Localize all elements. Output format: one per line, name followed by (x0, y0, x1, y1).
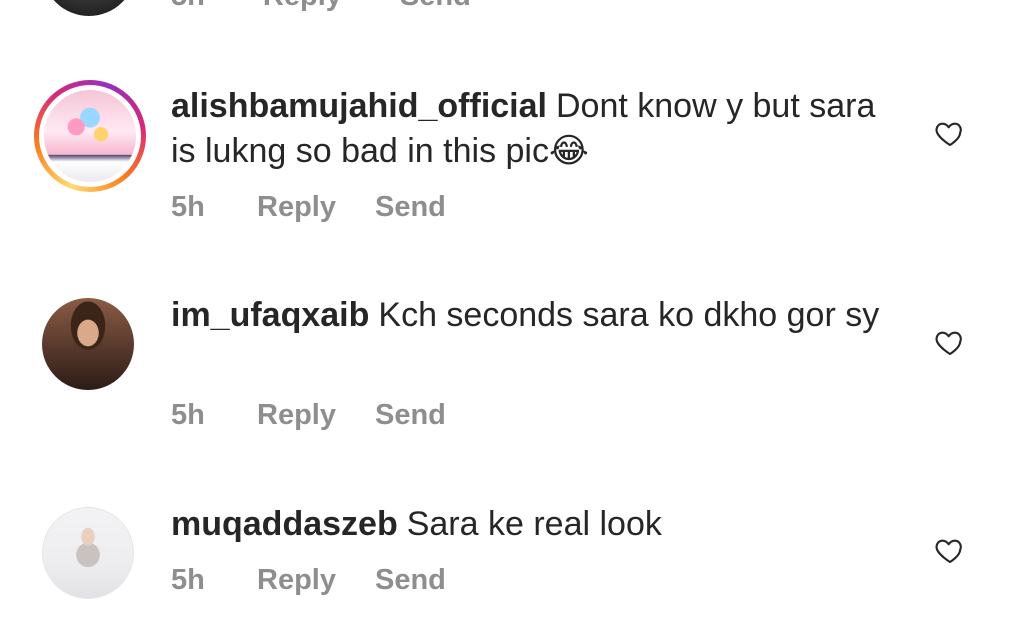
reply-button[interactable]: Reply (257, 563, 375, 597)
send-button[interactable]: Send (375, 563, 446, 597)
heart-outline-icon[interactable] (934, 117, 966, 149)
avatar[interactable] (42, 507, 134, 599)
comment-meta: 5h Reply Send (171, 398, 446, 432)
comment-username[interactable]: muqaddaszeb (171, 505, 398, 543)
reply-button[interactable]: Reply (257, 398, 375, 432)
avatar[interactable] (42, 298, 134, 390)
previous-comment-reply-button[interactable]: Reply (263, 0, 342, 12)
avatar-with-story-ring[interactable] (34, 80, 146, 192)
send-button[interactable]: Send (375, 190, 446, 224)
comment-meta: 5h Reply Send (171, 190, 446, 224)
heart-outline-icon[interactable] (934, 326, 966, 358)
comment-meta: 5h Reply Send (171, 563, 446, 597)
comment-text: Kch seconds sara ko dkho gor sy (378, 296, 880, 334)
comment-text: Sara ke real look (406, 505, 662, 543)
comment-username[interactable]: alishbamujahid_official (171, 87, 547, 125)
avatar (44, 90, 136, 182)
comment-time: 5h (171, 564, 205, 596)
send-button[interactable]: Send (375, 398, 446, 432)
comment-body: alishbamujahid_official Dont know y but s… (171, 84, 891, 174)
comment-body: muqaddaszeb Sara ke real look (171, 502, 891, 547)
previous-comment-send-button[interactable]: Send (400, 0, 471, 12)
comment-username[interactable]: im_ufaqxaib (171, 296, 369, 334)
reply-button[interactable]: Reply (257, 190, 375, 224)
previous-comment-avatar[interactable] (42, 0, 136, 16)
previous-comment-meta: 5h Reply Send (171, 0, 521, 12)
comment-body: im_ufaqxaib Kch seconds sara ko dkho gor … (171, 293, 891, 338)
previous-comment-time: 5h (171, 0, 205, 12)
comment-time: 5h (171, 191, 205, 223)
heart-outline-icon[interactable] (934, 534, 966, 566)
comment-time: 5h (171, 399, 205, 431)
